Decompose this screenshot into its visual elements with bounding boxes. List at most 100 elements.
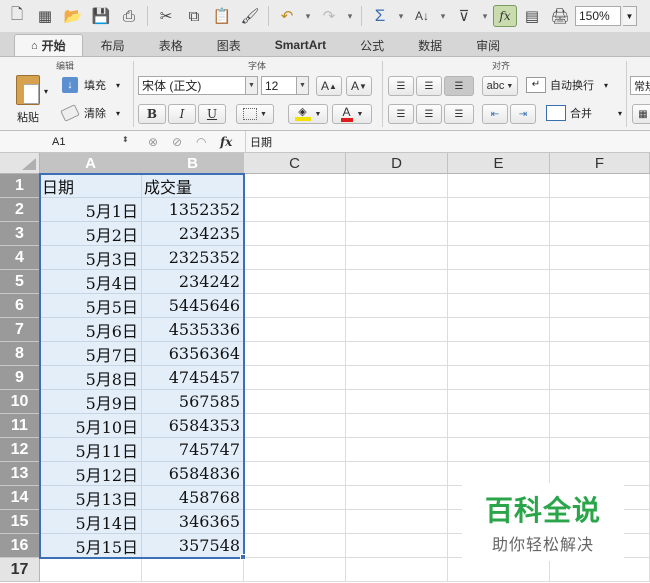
table-cell[interactable] <box>142 558 244 582</box>
table-cell[interactable] <box>448 318 550 342</box>
table-cell[interactable] <box>448 174 550 198</box>
table-cell[interactable] <box>244 486 346 510</box>
undo-dropdown-icon[interactable]: ▾ <box>302 4 314 28</box>
table-cell[interactable] <box>244 534 346 558</box>
table-cell[interactable]: 4745457 <box>142 366 244 390</box>
table-cell[interactable] <box>448 366 550 390</box>
table-cell[interactable] <box>448 222 550 246</box>
row-header[interactable]: 3 <box>0 222 40 246</box>
table-cell[interactable]: 5月4日 <box>40 270 142 294</box>
font-name-select[interactable]: 宋体 (正文) ▼ <box>138 76 258 95</box>
align-right-button[interactable]: ☰ <box>444 104 474 124</box>
row-header[interactable]: 9 <box>0 366 40 390</box>
table-cell[interactable] <box>346 390 448 414</box>
zoom-select[interactable]: 150% <box>575 6 621 26</box>
filter-icon[interactable]: ⊽ <box>451 4 477 28</box>
table-cell[interactable] <box>550 558 650 582</box>
table-cell[interactable] <box>244 270 346 294</box>
table-cell[interactable] <box>448 246 550 270</box>
table-cell[interactable]: 5月12日 <box>40 462 142 486</box>
table-cell[interactable] <box>550 366 650 390</box>
tab-tables[interactable]: 表格 <box>143 34 199 56</box>
table-cell[interactable] <box>448 198 550 222</box>
table-cell[interactable] <box>244 318 346 342</box>
align-left-button[interactable]: ☰ <box>388 104 414 124</box>
table-cell[interactable]: 2325352 <box>142 246 244 270</box>
cancel-icon[interactable]: ⊗ <box>148 135 158 149</box>
table-cell[interactable]: 567585 <box>142 390 244 414</box>
row-header[interactable]: 6 <box>0 294 40 318</box>
table-cell[interactable]: 5月8日 <box>40 366 142 390</box>
sort-dropdown-icon[interactable]: ▾ <box>437 4 449 28</box>
fill-color-button[interactable]: ◈ ▼ <box>288 104 328 124</box>
clear-button[interactable]: 清除 ▾ <box>60 104 120 122</box>
insert-function-button[interactable]: fx <box>493 5 517 27</box>
table-cell[interactable]: 成交量 <box>142 174 244 198</box>
table-cell[interactable]: 234235 <box>142 222 244 246</box>
table-cell[interactable] <box>346 174 448 198</box>
paste-dropdown-icon[interactable]: ▾ <box>44 87 48 96</box>
row-header[interactable]: 10 <box>0 390 40 414</box>
table-cell[interactable] <box>550 414 650 438</box>
table-cell[interactable]: 5月3日 <box>40 246 142 270</box>
table-cell[interactable] <box>448 438 550 462</box>
table-cell[interactable] <box>550 222 650 246</box>
fill-button[interactable]: ↓ 填充 ▾ <box>62 77 120 93</box>
toolbox-icon[interactable]: 🖨 <box>547 4 573 28</box>
table-cell[interactable] <box>346 558 448 582</box>
tab-charts[interactable]: 图表 <box>201 34 257 56</box>
new-workbook-icon[interactable]: 🗋 <box>4 4 30 28</box>
table-cell[interactable] <box>244 294 346 318</box>
table-cell[interactable]: 5月14日 <box>40 510 142 534</box>
table-cell[interactable]: 357548 <box>142 534 244 558</box>
table-cell[interactable] <box>244 366 346 390</box>
confirm-icon[interactable]: ⊘ <box>172 135 182 149</box>
table-cell[interactable] <box>550 174 650 198</box>
table-cell[interactable] <box>550 390 650 414</box>
table-cell[interactable] <box>448 558 550 582</box>
tab-smartart[interactable]: SmartArt <box>259 34 342 56</box>
cut-icon[interactable]: ✂ <box>153 4 179 28</box>
table-cell[interactable]: 234242 <box>142 270 244 294</box>
align-top-button[interactable]: ☰ <box>388 76 414 96</box>
column-header-e[interactable]: E <box>448 153 550 174</box>
table-cell[interactable]: 4535336 <box>142 318 244 342</box>
row-header[interactable]: 2 <box>0 198 40 222</box>
conditional-format-button[interactable]: ▦ <box>632 104 650 124</box>
table-cell[interactable]: 5月6日 <box>40 318 142 342</box>
increase-indent-button[interactable]: ⇥ <box>510 104 536 124</box>
table-cell[interactable] <box>346 534 448 558</box>
table-cell[interactable] <box>346 222 448 246</box>
row-header[interactable]: 15 <box>0 510 40 534</box>
tab-layout[interactable]: 布局 <box>85 34 141 56</box>
table-cell[interactable]: 745747 <box>142 438 244 462</box>
sort-icon[interactable]: A↓ <box>409 4 435 28</box>
tab-data[interactable]: 数据 <box>402 34 458 56</box>
tab-review[interactable]: 审阅 <box>460 34 516 56</box>
table-cell[interactable]: 5月13日 <box>40 486 142 510</box>
redo-icon[interactable]: ↷ <box>316 4 342 28</box>
table-cell[interactable]: 6584353 <box>142 414 244 438</box>
table-cell[interactable]: 5月2日 <box>40 222 142 246</box>
table-cell[interactable] <box>550 246 650 270</box>
table-cell[interactable] <box>448 270 550 294</box>
templates-icon[interactable]: ▦ <box>32 4 58 28</box>
select-all-corner[interactable] <box>0 153 40 174</box>
table-cell[interactable]: 1352352 <box>142 198 244 222</box>
open-icon[interactable]: 📂 <box>60 4 86 28</box>
text-orientation-button[interactable]: abc ▼ <box>482 76 518 96</box>
table-cell[interactable]: 日期 <box>40 174 142 198</box>
table-cell[interactable] <box>244 198 346 222</box>
table-cell[interactable] <box>550 198 650 222</box>
table-cell[interactable] <box>448 390 550 414</box>
row-header[interactable]: 4 <box>0 246 40 270</box>
table-cell[interactable]: 5445646 <box>142 294 244 318</box>
formula-builder-icon[interactable]: ◠ <box>196 135 206 149</box>
table-cell[interactable]: 6584836 <box>142 462 244 486</box>
table-cell[interactable] <box>244 246 346 270</box>
row-header[interactable]: 16 <box>0 534 40 558</box>
table-cell[interactable] <box>346 486 448 510</box>
fill-handle[interactable] <box>240 554 246 560</box>
table-cell[interactable]: 6356364 <box>142 342 244 366</box>
copy-icon[interactable]: ⧉ <box>181 4 207 28</box>
